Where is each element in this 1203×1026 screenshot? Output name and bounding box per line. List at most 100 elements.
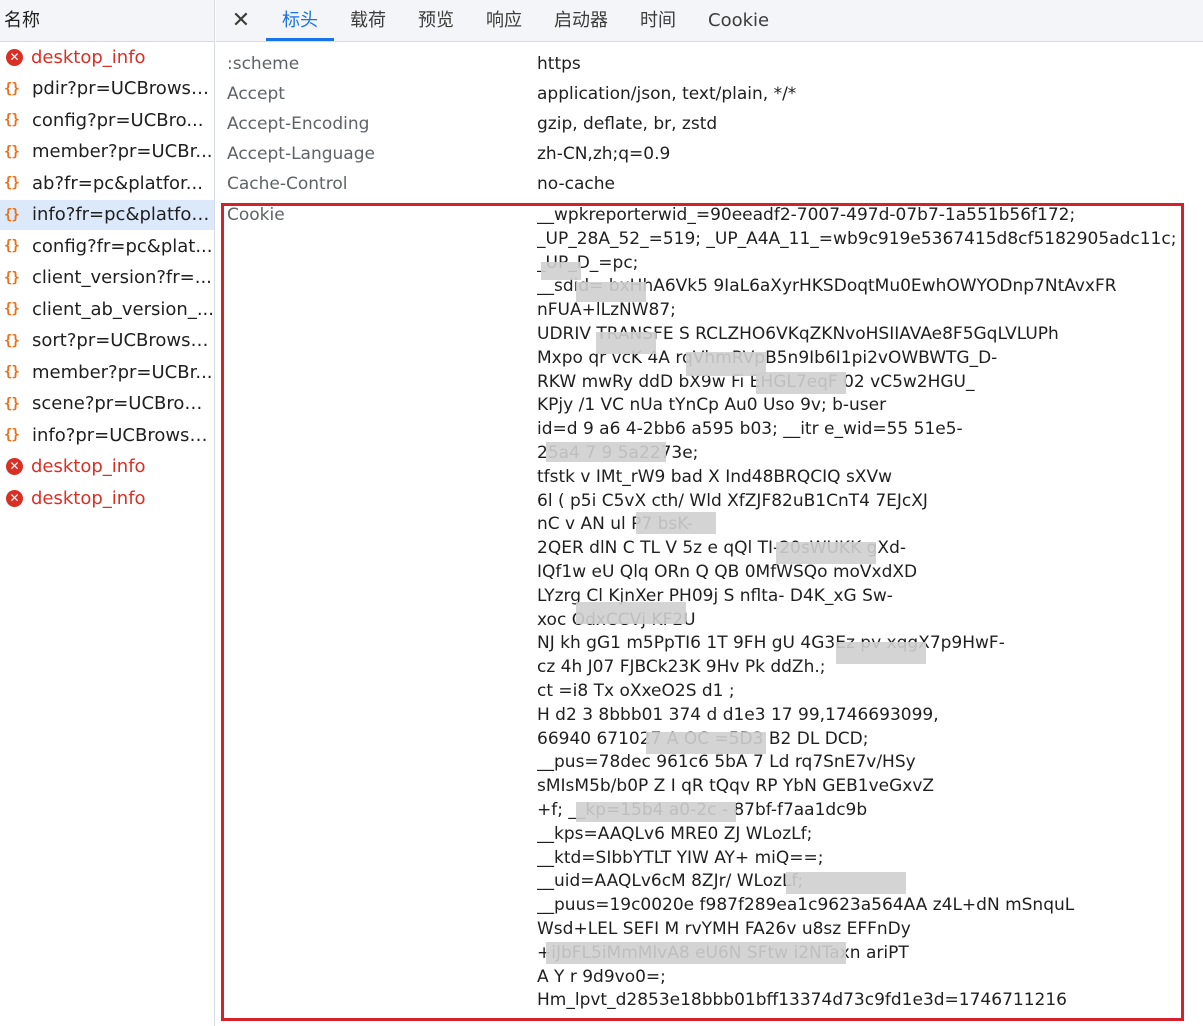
close-icon[interactable]: ✕: [216, 0, 266, 41]
tab-4[interactable]: 启动器: [538, 0, 624, 41]
error-icon: ✕: [6, 48, 23, 66]
cookie-value-line: Wsd+LEL SEFI M rvYMH FA26v u8sz EFFnDy: [537, 918, 911, 939]
request-item[interactable]: {} client_ab_version_...: [0, 294, 214, 326]
header-value[interactable]: zh-CN,zh;q=0.9: [537, 144, 670, 164]
header-value[interactable]: application/json, text/plain, */*: [537, 84, 796, 104]
details-tab-bar: ✕ 标头 载荷 预览 响应 启动器 时间 Cookie: [216, 0, 1203, 42]
redaction-mosaic: [596, 332, 656, 354]
header-name: Accept-Language: [227, 144, 375, 164]
redaction-mosaic: [756, 372, 846, 394]
request-item[interactable]: {} info?pr=UCBrowse...: [0, 420, 214, 452]
cookie-value-line: __kps=AAQLv6 MRE0 ZJ WLozLf;: [537, 823, 813, 844]
request-item-label: scene?pr=UCBrow...: [32, 393, 214, 415]
request-item[interactable]: ✕ desktop_info: [0, 483, 214, 515]
cookie-value-line: tfstk v IMt_rW9 bad X Ind48BRQCIQ sXVw: [537, 466, 892, 487]
redaction-mosaic: [546, 442, 666, 462]
request-item-label: sort?pr=UCBrowse...: [32, 330, 214, 352]
xhr-request-icon: {}: [4, 364, 20, 381]
cookie-value-line: __ktd=SIbbYTLT YIW AY+ miQ==;: [537, 847, 824, 868]
request-item[interactable]: {} sort?pr=UCBrowse...: [0, 326, 214, 357]
redaction-mosaic: [686, 352, 766, 376]
request-item[interactable]: {} member?pr=UCBr...: [0, 137, 214, 168]
xhr-request-icon: {}: [4, 427, 20, 444]
request-item-label: desktop_info: [31, 487, 146, 509]
xhr-request-icon: {}: [4, 238, 20, 255]
cookie-value-line: _UP_28A_52_=519; _UP_A4A_11_=wb9c919e536…: [537, 228, 1177, 249]
redaction-mosaic: [646, 732, 766, 754]
cookie-value-line: __puus=19c0020e f987f289ea1c9623a564AA z…: [537, 895, 1075, 916]
redaction-mosaic: [576, 282, 646, 302]
tab-6[interactable]: Cookie: [692, 0, 785, 41]
cookie-value-line: KPjy /1 VC nUa tYnCp Au0 Uso 9v; b-user: [537, 395, 887, 416]
redaction-mosaic: [576, 802, 736, 822]
cookie-value-line: Hm_lpvt_d2853e18bbb01bff13374d73c9fd1e3d…: [537, 990, 1067, 1011]
tab-5[interactable]: 时间: [624, 0, 692, 41]
redaction-mosaic: [636, 512, 716, 534]
redaction-mosaic: [786, 872, 906, 894]
request-item[interactable]: {} config?pr=UCBro...: [0, 105, 214, 137]
cookie-value-line: nFUA+lLzNW87;: [537, 300, 676, 321]
cookie-value-line: H d2 3 8bbb01 374 d d1e3 17 99,174669309…: [537, 704, 939, 725]
header-name: Accept: [227, 84, 285, 104]
redaction-mosaic: [836, 642, 926, 664]
header-name: Accept-Encoding: [227, 114, 370, 134]
request-item-label: ab?fr=pc&platfor...: [32, 172, 203, 194]
redaction-mosaic: [546, 942, 846, 964]
header-value[interactable]: https: [537, 54, 581, 74]
cookie-value-line: _UP_D_=pc;: [537, 252, 639, 273]
request-item-label: desktop_info: [31, 46, 146, 68]
xhr-request-icon: {}: [4, 332, 20, 349]
cookie-value-line: RKW mwRy ddD bX9w Fi EHGL7eqF 02 vC5w2HG…: [537, 371, 975, 392]
xhr-request-icon: {}: [4, 80, 20, 97]
cookie-header-name: Cookie: [227, 205, 285, 225]
request-item[interactable]: ✕ desktop_info: [0, 42, 214, 74]
tab-1[interactable]: 载荷: [334, 0, 402, 41]
xhr-request-icon: {}: [4, 206, 20, 223]
redaction-mosaic: [776, 542, 876, 564]
tab-3[interactable]: 响应: [470, 0, 538, 41]
cookie-value-line: A Y r 9d9vo0=;: [537, 966, 666, 987]
tab-0[interactable]: 标头: [266, 0, 334, 41]
request-list-panel: 名称 ✕ desktop_info {} pdir?pr=UCBrowse... {} c…: [0, 0, 215, 1026]
cookie-value-line: __wpkreporterwid_=90eeadf2-7007-497d-07b…: [537, 205, 1076, 225]
cookie-value-line: nC v AN ul P7 bsK-: [537, 514, 693, 535]
cookie-value-line: 6l ( p5i C5vX cth/ Wld XfZJF82uB1CnT4 7E…: [537, 490, 928, 511]
header-value[interactable]: no-cache: [537, 174, 615, 194]
request-item[interactable]: ✕ desktop_info: [0, 452, 214, 483]
request-item[interactable]: {} info?fr=pc&platfor...: [0, 199, 214, 231]
request-item[interactable]: {} config?fr=pc&plat...: [0, 231, 214, 263]
error-icon: ✕: [6, 458, 23, 476]
redaction-mosaic: [541, 262, 581, 280]
previous-header-row-clipped: [216, 42, 1203, 44]
xhr-request-icon: {}: [4, 395, 20, 412]
cookie-value-line: __pus=78dec 961c6 5bA 7 Ld rq7SnE7v/HSy: [537, 752, 916, 773]
request-item-label: config?fr=pc&plat...: [32, 235, 213, 257]
tab-2[interactable]: 预览: [402, 0, 470, 41]
request-item-label: info?fr=pc&platfor...: [32, 204, 214, 226]
request-details-panel: ✕ 标头 载荷 预览 响应 启动器 时间 Cookie :scheme https Accept…: [216, 0, 1203, 1026]
request-item-label: client_ab_version_...: [32, 298, 214, 320]
request-item-label: client_version?fr=...: [32, 267, 212, 289]
request-item[interactable]: {} ab?fr=pc&platfor...: [0, 168, 214, 200]
request-item-label: member?pr=UCBr...: [32, 141, 213, 163]
xhr-request-icon: {}: [4, 301, 20, 318]
request-item[interactable]: {} pdir?pr=UCBrowse...: [0, 74, 214, 105]
xhr-request-icon: {}: [4, 175, 20, 192]
request-item-label: pdir?pr=UCBrowse...: [32, 78, 214, 100]
error-icon: ✕: [6, 489, 23, 507]
cookie-value-line: sMIsM5b/b0P Z I qR tQqv RP YbN GEB1veGxv…: [537, 776, 935, 797]
request-item-label: member?pr=UCBr...: [32, 361, 213, 383]
request-item[interactable]: {} member?pr=UCBr...: [0, 357, 214, 389]
request-item[interactable]: {} client_version?fr=...: [0, 263, 214, 294]
cookie-value-line: IQf1w eU Qlq ORn Q QB 0MfWSQo moVxdXD: [537, 561, 918, 582]
name-column-header[interactable]: 名称: [0, 0, 214, 42]
request-list: ✕ desktop_info {} pdir?pr=UCBrowse... {} conf…: [0, 42, 214, 515]
request-item[interactable]: {} scene?pr=UCBrow...: [0, 389, 214, 420]
cookie-value-line: 66940 671027 A OC =5D3 B2 DL DCD;: [537, 728, 869, 749]
xhr-request-icon: {}: [4, 143, 20, 160]
cookie-value-line: id=d 9 a6 4-2bb6 a595 b03; __itr e_wid=5…: [537, 419, 963, 440]
request-item-label: desktop_info: [31, 456, 146, 478]
header-name: Cache-Control: [227, 174, 348, 194]
header-value[interactable]: gzip, deflate, br, zstd: [537, 114, 717, 134]
request-item-label: info?pr=UCBrowse...: [32, 424, 214, 446]
